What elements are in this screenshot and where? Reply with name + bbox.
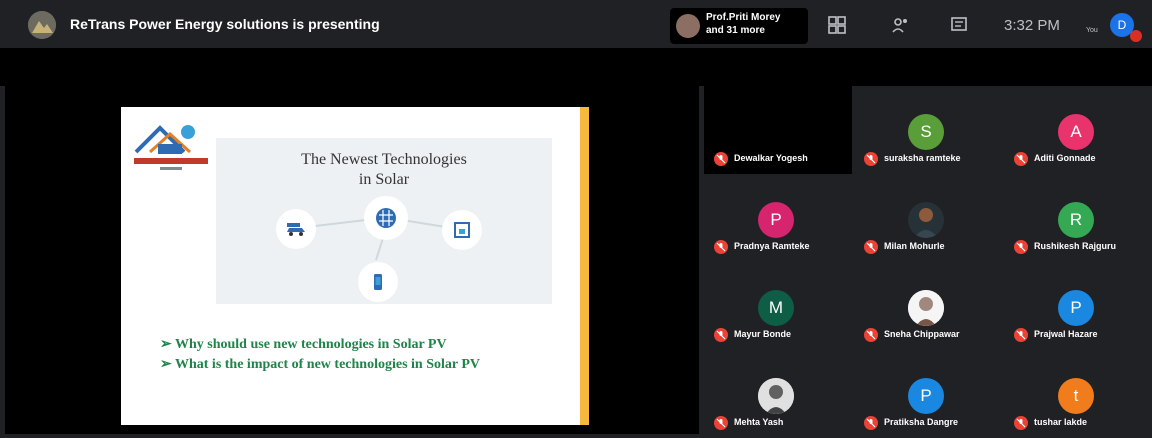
meeting-header: ReTrans Power Energy solutions is presen… <box>0 0 1152 48</box>
layout-icon[interactable] <box>826 14 848 36</box>
mic-muted-icon <box>714 240 728 254</box>
presenting-banner: ReTrans Power Energy solutions is presen… <box>70 16 380 32</box>
presenter-avatar <box>28 11 56 39</box>
participant-avatar: P <box>1058 290 1094 326</box>
participant-tile[interactable]: Mehta Yash <box>704 350 852 438</box>
slide-bullet: ➢ Why should use new technologies in Sol… <box>160 337 447 352</box>
people-icon[interactable] <box>890 14 912 36</box>
you-label: You <box>1086 27 1098 34</box>
slide-bullet: ➢ What is the impact of new technologies… <box>160 357 480 372</box>
participant-name: suraksha ramteke <box>884 153 961 163</box>
participant-avatar: P <box>908 378 944 414</box>
participant-name: Sneha Chippawar <box>884 329 960 339</box>
participant-name: Milan Mohurle <box>884 241 945 251</box>
electric-car-icon <box>276 209 316 249</box>
participant-tile[interactable]: A Aditi Gonnade <box>1004 86 1152 174</box>
mic-muted-icon <box>1014 416 1028 430</box>
participant-avatar: R <box>1058 202 1094 238</box>
solar-window-icon <box>442 210 482 250</box>
retrans-power-logo <box>130 118 212 176</box>
participant-tile[interactable]: R Rushikesh Rajguru <box>1004 174 1152 262</box>
participant-name: Mayur Bonde <box>734 329 792 339</box>
participant-avatar: S <box>908 114 944 150</box>
participant-tile[interactable]: P Pradnya Ramteke <box>704 174 852 262</box>
participant-tile[interactable]: t tushar lakde <box>1004 350 1152 438</box>
participant-tile[interactable]: Milan Mohurle <box>854 174 1002 262</box>
participant-tile[interactable]: Sneha Chippawar <box>854 262 1002 350</box>
participant-tile[interactable]: Dewalkar Yogesh <box>704 86 852 174</box>
mic-muted-icon <box>1014 152 1028 166</box>
participants-chip[interactable]: Prof.Priti Morey and 31 more <box>670 8 808 44</box>
participant-tile[interactable]: M Mayur Bonde <box>704 262 852 350</box>
participant-photo <box>758 378 794 414</box>
mic-muted-icon <box>714 328 728 342</box>
participant-name: Prof.Priti Morey <box>706 12 781 23</box>
participant-tile[interactable]: P Prajwal Hazare <box>1004 262 1152 350</box>
header-spacer <box>0 48 1152 86</box>
participant-avatar: M <box>758 290 794 326</box>
participant-name: Aditi Gonnade <box>1034 153 1096 163</box>
clock: 3:32 PM <box>1004 17 1060 34</box>
participant-avatar: A <box>1058 114 1094 150</box>
participant-more: and 31 more <box>706 25 765 36</box>
participant-name: tushar lakde <box>1034 417 1088 427</box>
participant-grid: Dewalkar Yogesh S suraksha ramteke A Adi… <box>704 86 1152 438</box>
participant-name: Prajwal Hazare <box>1034 329 1098 339</box>
participant-avatar: t <box>1058 378 1094 414</box>
notification-badge <box>1130 30 1142 42</box>
mic-muted-icon <box>864 328 878 342</box>
mic-muted-icon <box>864 416 878 430</box>
participant-photo <box>908 202 944 238</box>
mic-muted-icon <box>864 240 878 254</box>
mic-muted-icon <box>864 152 878 166</box>
participant-name: Dewalkar Yogesh <box>734 153 808 163</box>
participant-name: Pradnya Ramteke <box>734 241 810 251</box>
participant-avatar: P <box>758 202 794 238</box>
slide-accent-bar <box>580 107 589 425</box>
participant-avatar <box>676 14 700 38</box>
solar-panel-icon <box>364 196 408 240</box>
mic-muted-icon <box>1014 240 1028 254</box>
participant-tile[interactable]: S suraksha ramteke <box>854 86 1002 174</box>
participant-name: Mehta Yash <box>734 417 784 427</box>
participant-photo <box>908 290 944 326</box>
mic-muted-icon <box>1014 328 1028 342</box>
solar-phone-icon <box>358 262 398 302</box>
participant-tile[interactable]: P Pratiksha Dangre <box>854 350 1002 438</box>
participant-name: Rushikesh Rajguru <box>1034 241 1117 251</box>
mic-muted-icon <box>714 152 728 166</box>
mic-muted-icon <box>714 416 728 430</box>
participant-name: Pratiksha Dangre <box>884 417 959 427</box>
slide-bullets: ➢ Why should use new technologies in Sol… <box>160 336 560 376</box>
chat-icon[interactable] <box>948 14 970 36</box>
